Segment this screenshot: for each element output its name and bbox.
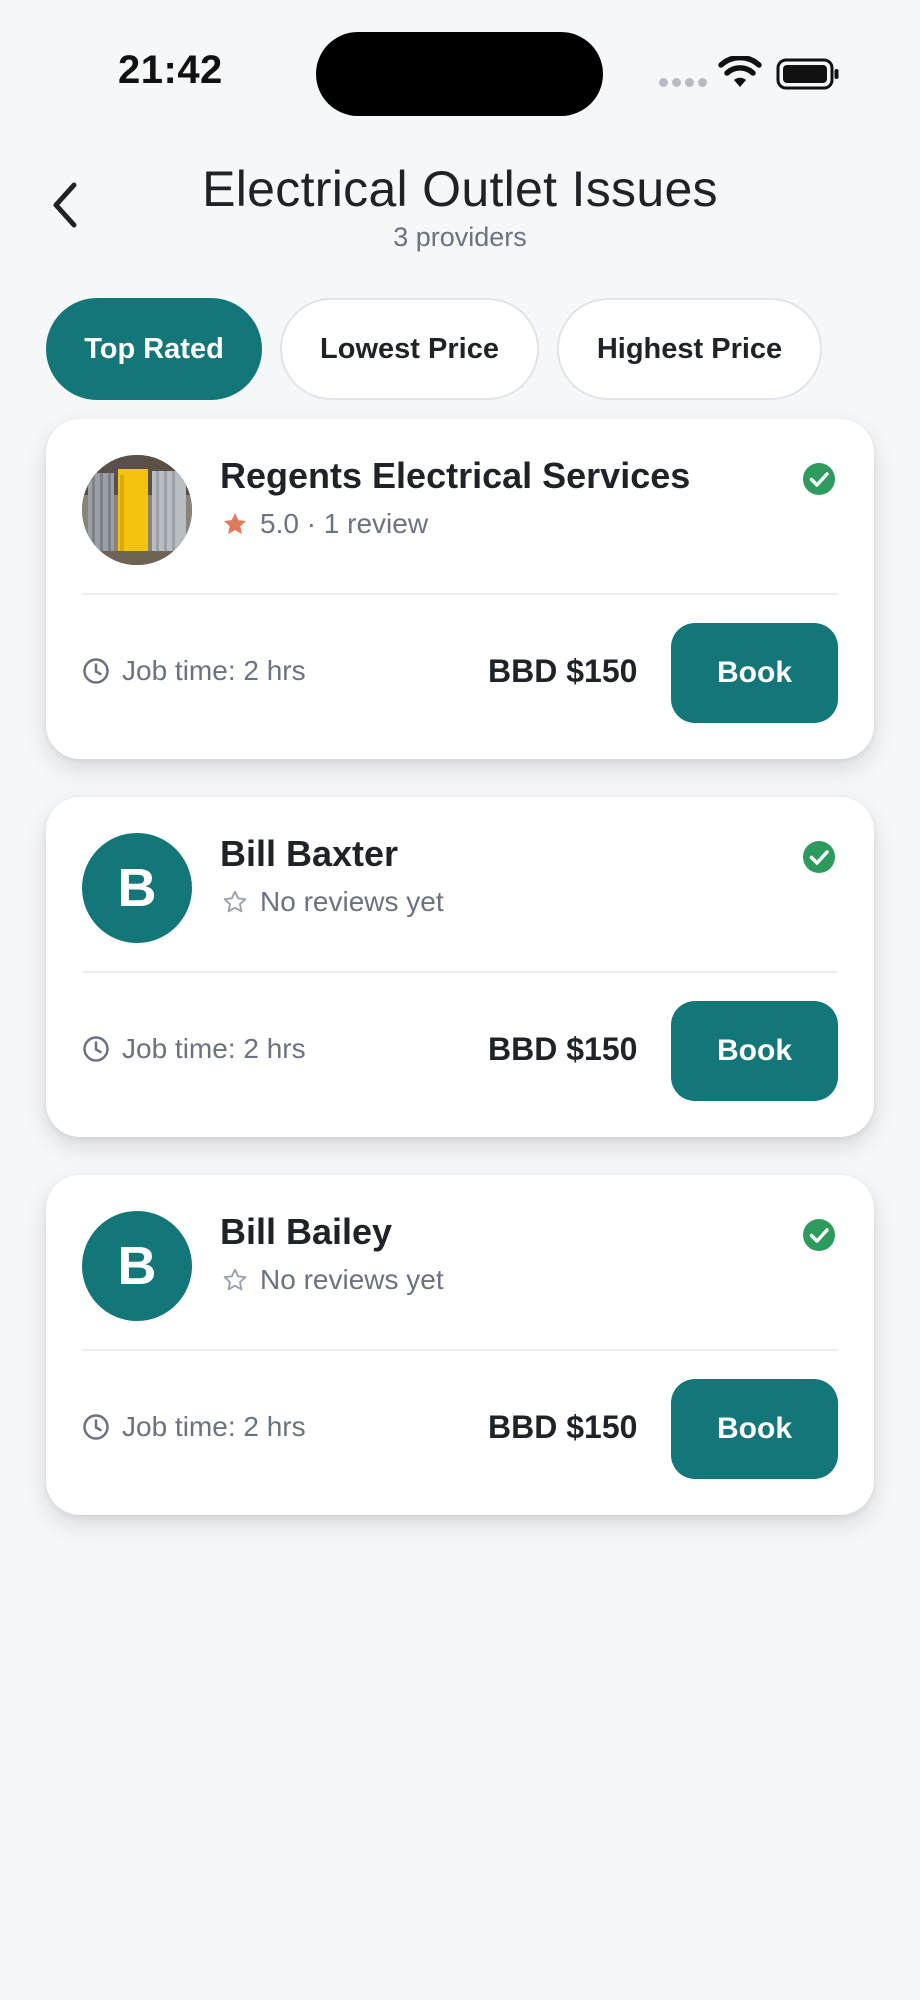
- provider-count: 3 providers: [393, 222, 527, 252]
- provider-avatar: B: [82, 1211, 192, 1321]
- job-time: Job time: 2 hrs: [82, 1411, 306, 1443]
- card-divider: [82, 593, 838, 595]
- page-title: Electrical Outlet Issues: [202, 161, 718, 217]
- job-time-text: Job time: 2 hrs: [122, 1033, 306, 1064]
- battery-icon: [776, 58, 839, 90]
- clock-icon: [83, 658, 109, 684]
- card-divider: [82, 971, 838, 973]
- job-time-text: Job time: 2 hrs: [122, 1411, 306, 1442]
- provider-price: BBD $150: [488, 653, 638, 689]
- provider-card[interactable]: B Bill Baxter No reviews yet Job time: 2…: [46, 797, 874, 1137]
- job-time-text: Job time: 2 hrs: [122, 655, 306, 686]
- provider-rating: No reviews yet: [222, 1264, 444, 1296]
- verified-check-icon: [803, 1219, 835, 1251]
- filter-top-rated[interactable]: Top Rated: [46, 298, 262, 400]
- rating-text: No reviews yet: [260, 886, 444, 917]
- clock-icon: [83, 1414, 109, 1440]
- verified-check-icon: [803, 841, 835, 873]
- star-filled-icon: [223, 512, 247, 534]
- clock-icon: [83, 1036, 109, 1062]
- provider-price: BBD $150: [488, 1031, 638, 1067]
- provider-photo: [82, 455, 192, 565]
- book-button[interactable]: Book: [671, 1001, 838, 1101]
- provider-avatar: B: [82, 833, 192, 943]
- provider-name: Bill Baxter: [220, 833, 399, 874]
- provider-rating: No reviews yet: [222, 886, 444, 918]
- sort-filter-bar: Top Rated Lowest Price Highest Price: [46, 298, 822, 400]
- book-button[interactable]: Book: [671, 623, 838, 723]
- provider-card[interactable]: Regents Electrical Services 5.0 · 1 revi…: [46, 419, 874, 759]
- card-divider: [82, 1349, 838, 1351]
- provider-avatar: [82, 455, 192, 565]
- book-button[interactable]: Book: [671, 1379, 838, 1479]
- provider-card[interactable]: B Bill Bailey No reviews yet Job time: 2…: [46, 1175, 874, 1515]
- provider-name: Regents Electrical Services: [220, 455, 691, 496]
- wifi-icon: [718, 56, 762, 87]
- filter-lowest-price[interactable]: Lowest Price: [280, 298, 539, 400]
- rating-text: No reviews yet: [260, 1264, 444, 1295]
- job-time: Job time: 2 hrs: [82, 655, 306, 687]
- filter-highest-price[interactable]: Highest Price: [557, 298, 822, 400]
- rating-text: 5.0 · 1 review: [260, 508, 429, 539]
- provider-name: Bill Bailey: [220, 1211, 393, 1252]
- provider-price: BBD $150: [488, 1409, 638, 1445]
- cellular-signal-icon: [659, 78, 707, 87]
- dynamic-island: [316, 32, 603, 116]
- screen: 21:42 Electrical Outlet Issues 3 provide…: [0, 0, 920, 2000]
- verified-check-icon: [803, 463, 835, 495]
- star-outline-icon: [223, 1268, 247, 1291]
- provider-rating: 5.0 · 1 review: [222, 508, 428, 540]
- star-outline-icon: [223, 890, 247, 913]
- job-time: Job time: 2 hrs: [82, 1033, 306, 1065]
- status-time: 21:42: [118, 48, 223, 92]
